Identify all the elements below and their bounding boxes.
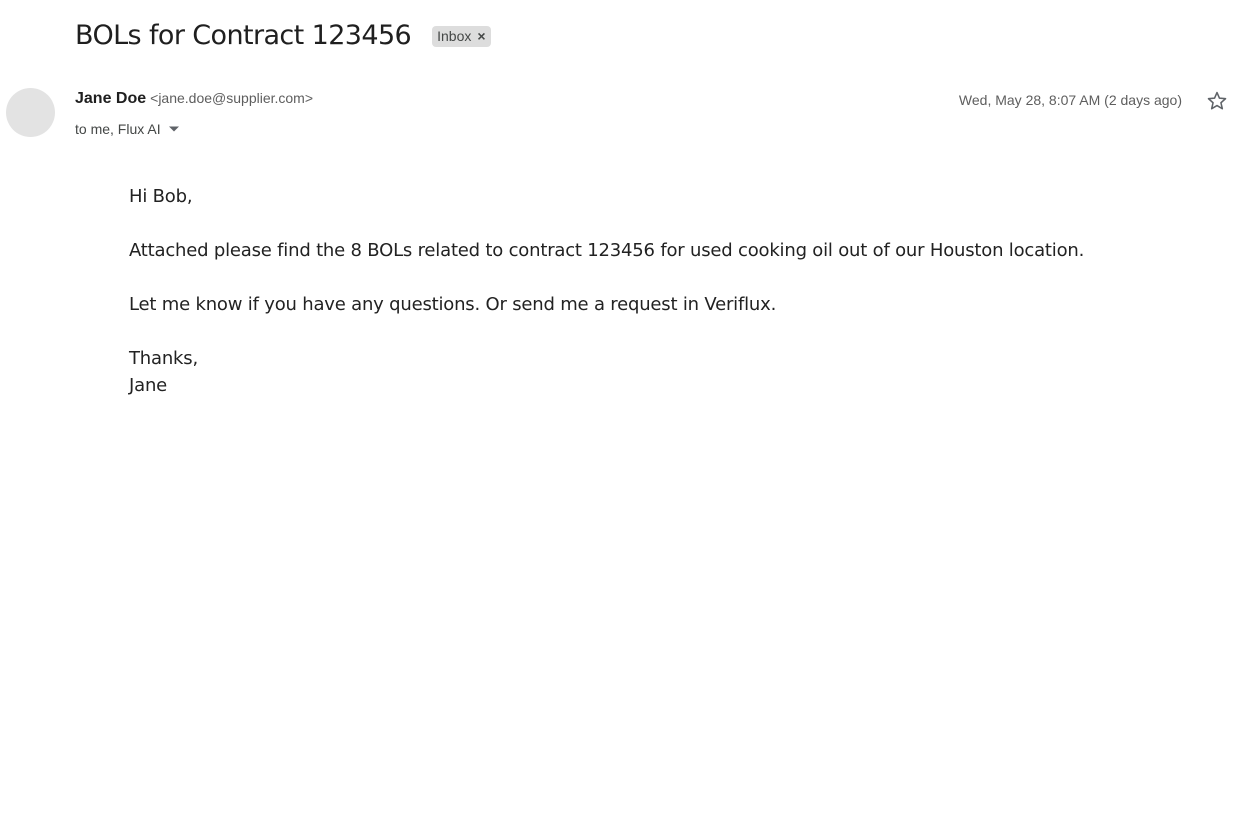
recipients-text: to me, Flux AI xyxy=(75,121,161,137)
remove-label-icon[interactable]: × xyxy=(477,26,485,47)
inbox-label-chip[interactable]: Inbox × xyxy=(432,25,491,47)
greeting: Hi Bob, xyxy=(129,186,193,207)
email-date: Wed, May 28, 8:07 AM (2 days ago) xyxy=(958,92,1182,108)
sender-line: Jane Doe <jane.doe@supplier.com> xyxy=(75,90,313,110)
inbox-label-text: Inbox xyxy=(437,27,472,44)
signature: Jane xyxy=(129,375,168,396)
body-paragraph: Let me know if you have any questions. O… xyxy=(129,294,777,315)
email-subject: BOLs for Contract 123456 xyxy=(75,20,412,51)
subject-row: BOLs for Contract 123456 Inbox × xyxy=(75,18,491,54)
sender-name[interactable]: Jane Doe xyxy=(75,90,146,108)
email-body: Hi Bob, Attached please find the 8 BOLs … xyxy=(129,183,1189,399)
closing: Thanks, xyxy=(129,348,198,369)
star-icon[interactable] xyxy=(1205,89,1229,113)
sender-email: <jane.doe@supplier.com> xyxy=(150,90,314,106)
body-paragraph: Attached please find the 8 BOLs related … xyxy=(129,240,1085,261)
signoff: Thanks, Jane xyxy=(129,345,1189,399)
caret-down-icon[interactable] xyxy=(167,122,181,136)
sender-avatar[interactable] xyxy=(6,88,55,137)
recipients-line: to me, Flux AI xyxy=(75,120,181,138)
